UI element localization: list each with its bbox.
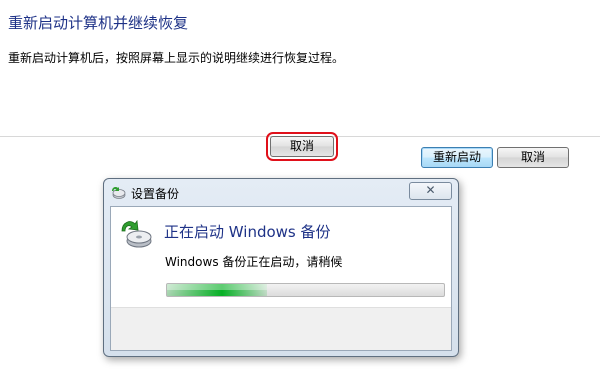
page-title: 重新启动计算机并继续恢复 bbox=[8, 14, 189, 32]
dialog-title: 设置备份 bbox=[131, 187, 180, 201]
windows-backup-icon bbox=[119, 215, 153, 249]
backup-setup-icon bbox=[110, 184, 126, 200]
progress-bar bbox=[166, 283, 445, 297]
status-text: Windows 备份正在启动，请稍候 bbox=[165, 255, 343, 269]
close-icon: ✕ bbox=[425, 183, 436, 197]
close-button[interactable]: ✕ bbox=[409, 182, 452, 200]
progress-bar-fill bbox=[167, 284, 267, 296]
dialog-titlebar: 设置备份 ✕ bbox=[104, 179, 458, 205]
setup-backup-dialog: 设置备份 ✕ 正在启动 Windows 备份 Windows 备份正在启动，请稍… bbox=[103, 178, 459, 357]
dialog-heading: 正在启动 Windows 备份 bbox=[164, 223, 331, 241]
dialog-body: 正在启动 Windows 备份 Windows 备份正在启动，请稍候 bbox=[110, 206, 452, 351]
dialog-footer bbox=[111, 307, 451, 350]
cancel-button[interactable]: 取消 bbox=[497, 147, 569, 168]
restart-button[interactable]: 重新启动 bbox=[421, 147, 493, 168]
instruction-text: 重新启动计算机后，按照屏幕上显示的说明继续进行恢复过程。 bbox=[8, 51, 345, 65]
dialog-cancel-button[interactable]: 取消 bbox=[266, 132, 338, 161]
